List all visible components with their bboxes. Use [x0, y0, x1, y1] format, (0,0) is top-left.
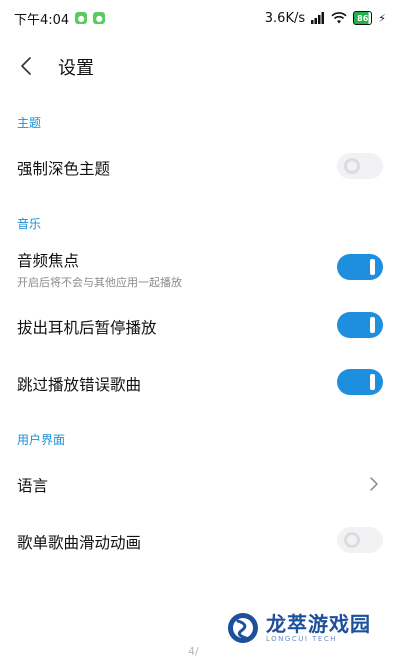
signal-icon — [311, 12, 325, 24]
toggle-knob — [344, 532, 360, 548]
setting-title: 语言 — [17, 477, 49, 495]
charging-icon: ⚡ — [378, 11, 386, 25]
section-label-theme: 主题 — [17, 116, 42, 130]
skip-errors-toggle[interactable] — [337, 369, 383, 395]
setting-title: 歌单歌曲滑动动画 — [17, 534, 142, 552]
wechat-icon: ● — [93, 12, 106, 24]
setting-row-pause-on-unplug[interactable]: 拔出耳机后暂停播放 — [0, 300, 400, 350]
setting-title: 跳过播放错误歌曲 — [17, 376, 142, 394]
chevron-right-icon — [368, 475, 380, 493]
wechat-icon: ● — [75, 12, 88, 24]
setting-row-audio-focus[interactable]: 音频焦点 开启后将不会与其他应用一起播放 — [0, 240, 400, 296]
pause-on-unplug-toggle[interactable] — [337, 312, 383, 338]
status-time: 下午4:04 — [14, 12, 70, 28]
setting-row-force-dark[interactable]: 强制深色主题 — [0, 142, 400, 190]
network-speed: 3.6K/s — [264, 10, 306, 26]
setting-subtitle: 开启后将不会与其他应用一起播放 — [17, 276, 182, 289]
section-label-ui: 用户界面 — [17, 433, 66, 447]
list-animation-toggle[interactable] — [337, 527, 383, 553]
force-dark-toggle[interactable] — [337, 153, 383, 179]
status-right: 3.6K/s 86 ⚡ — [265, 11, 386, 26]
setting-row-list-animation[interactable]: 歌单歌曲滑动动画 — [0, 515, 400, 565]
setting-row-skip-errors[interactable]: 跳过播放错误歌曲 — [0, 357, 400, 407]
status-left: 下午4:04 ● ● — [14, 9, 106, 28]
watermark-logo-icon — [226, 611, 260, 645]
watermark-text: 龙萃游戏园 LONGCUI TECH — [266, 613, 371, 643]
page-indicator: 4/ — [188, 645, 199, 658]
toggle-knob — [370, 317, 375, 333]
settings-screen: 下午4:04 ● ● 3.6K/s 86 ⚡ 设置 主题 强制深色主题 音乐 音… — [0, 0, 400, 661]
section-label-music: 音乐 — [17, 217, 42, 231]
page-title: 设置 — [58, 58, 94, 79]
setting-title: 拔出耳机后暂停播放 — [17, 319, 157, 337]
battery-icon: 86 — [353, 11, 373, 25]
wifi-icon — [331, 12, 347, 24]
toggle-knob — [370, 259, 375, 275]
toggle-knob — [344, 158, 360, 174]
back-icon[interactable] — [14, 52, 38, 80]
header: 设置 — [0, 44, 400, 88]
watermark: 龙萃游戏园 LONGCUI TECH — [226, 611, 371, 645]
setting-row-language[interactable]: 语言 — [0, 458, 400, 508]
setting-title: 强制深色主题 — [17, 160, 111, 178]
watermark-title: 龙萃游戏园 — [266, 612, 371, 636]
setting-title: 音频焦点 — [17, 252, 80, 270]
audio-focus-toggle[interactable] — [337, 254, 383, 280]
watermark-subtitle: LONGCUI TECH — [266, 635, 337, 643]
status-bar: 下午4:04 ● ● 3.6K/s 86 ⚡ — [0, 0, 400, 36]
toggle-knob — [370, 374, 375, 390]
